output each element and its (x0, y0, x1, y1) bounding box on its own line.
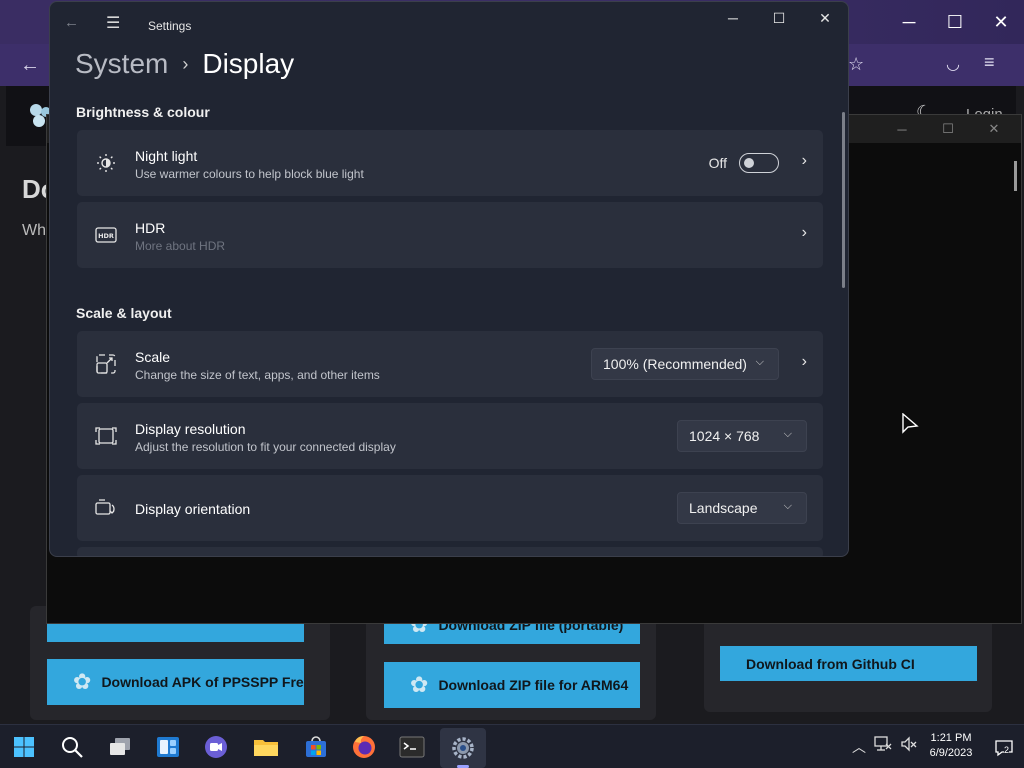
night-light-title: Night light (135, 148, 198, 164)
clock-time: 1:21 PM (930, 732, 972, 744)
scale-desc: Change the size of text, apps, and other… (135, 368, 380, 382)
scale-icon (95, 353, 117, 375)
navigation-menu-icon[interactable]: ☰ (106, 13, 120, 33)
page-subtext: Wh (22, 222, 46, 239)
hdr-icon: HDR (95, 224, 117, 246)
clock-date: 6/9/2023 (929, 747, 973, 759)
night-light-toggle[interactable] (739, 153, 779, 173)
resolution-dropdown-value: 1024 × 768 (689, 428, 760, 444)
firefox-icon[interactable] (350, 733, 378, 761)
terminal-scrollbar[interactable] (1014, 161, 1017, 191)
download-apk-label: Download APK of PPSSPP Free (101, 674, 304, 690)
download-zip-arm64-label: Download ZIP file for ARM64 (438, 677, 629, 693)
breadcrumb: System › Display (75, 48, 294, 80)
browser-close-button[interactable]: ✕ (978, 0, 1024, 44)
download-github-ci-button[interactable]: Download from Github CI (720, 646, 977, 681)
display-resolution-row: Display resolution Adjust the resolution… (77, 403, 823, 469)
settings-app-title: Settings (148, 19, 192, 33)
scale-dropdown-value: 100% (Recommended) (603, 356, 747, 372)
chevron-right-icon: › (801, 353, 807, 370)
hamburger-menu-icon[interactable]: ≡ (984, 52, 995, 73)
brightness-sun-icon (95, 152, 117, 174)
system-clock[interactable]: 1:21 PM 6/9/2023 (926, 732, 976, 759)
bookmark-star-icon[interactable]: ☆ (848, 54, 864, 75)
svg-text:HDR: HDR (98, 232, 114, 240)
settings-close-button[interactable]: ✕ (802, 2, 848, 34)
terminal-icon[interactable] (398, 733, 426, 761)
orientation-title: Display orientation (135, 501, 251, 517)
chevron-down-icon: ⌵ (783, 500, 792, 512)
search-icon[interactable] (58, 733, 86, 761)
next-setting-row-partial (77, 547, 823, 556)
resolution-icon (95, 425, 117, 447)
task-view-icon[interactable] (106, 733, 134, 761)
settings-titlebar: ← ☰ Settings ─ ☐ ✕ (50, 2, 848, 46)
night-light-status: Off (708, 155, 727, 171)
back-arrow-icon[interactable]: ← (64, 14, 79, 31)
resolution-title: Display resolution (135, 421, 246, 437)
hdr-row[interactable]: HDR HDR More about HDR › (77, 202, 823, 268)
browser-maximize-button[interactable]: ☐ (932, 0, 978, 44)
toggle-knob (744, 158, 754, 168)
resolution-desc: Adjust the resolution to fit your connec… (135, 440, 396, 454)
settings-scrollbar[interactable] (842, 112, 845, 288)
show-hidden-icons-chevron-icon[interactable]: ︿ (852, 737, 866, 757)
scale-dropdown[interactable]: 100% (Recommended) ⌵ (591, 348, 779, 380)
browser-minimize-button[interactable]: ─ (886, 0, 932, 44)
start-windows-icon[interactable] (10, 733, 38, 761)
download-apk-button[interactable]: ✿ Download APK of PPSSPP Free (47, 659, 304, 705)
chevron-right-icon: › (801, 152, 807, 169)
orientation-dropdown[interactable]: Landscape ⌵ (677, 492, 807, 524)
resolution-dropdown[interactable]: 1024 × 768 ⌵ (677, 420, 807, 452)
display-orientation-row: Display orientation Landscape ⌵ (77, 475, 823, 541)
download-zip-arm64-button[interactable]: ✿ Download ZIP file for ARM64 (384, 662, 640, 708)
settings-maximize-button[interactable]: ☐ (756, 2, 802, 34)
taskbar: ︿ 1:21 PM 6/9/2023 2 (0, 724, 1024, 768)
back-arrow-icon[interactable]: ← (20, 54, 40, 77)
terminal-minimize-button[interactable]: ─ (879, 115, 925, 143)
ppsspp-icon: ✿ (410, 672, 429, 697)
terminal-maximize-button[interactable]: ☐ (925, 115, 971, 143)
network-icon[interactable] (874, 735, 892, 756)
microsoft-store-icon[interactable] (302, 733, 330, 761)
page-title: Display (202, 48, 295, 79)
ppsspp-icon: ✿ (73, 669, 92, 694)
scale-title: Scale (135, 349, 171, 365)
orientation-dropdown-value: Landscape (689, 500, 758, 516)
settings-minimize-button[interactable]: ─ (710, 2, 756, 34)
breadcrumb-chevron-icon: › (182, 53, 189, 74)
chevron-down-icon: ⌵ (783, 428, 792, 440)
notification-count-badge: 2 (1004, 745, 1010, 755)
breadcrumb-system-link[interactable]: System (75, 48, 168, 80)
hdr-desc: More about HDR (135, 239, 226, 253)
widgets-icon[interactable] (154, 733, 182, 761)
teams-chat-icon[interactable] (202, 733, 230, 761)
hdr-title: HDR (135, 220, 166, 236)
terminal-close-button[interactable]: ✕ (971, 115, 1017, 143)
notification-center-icon[interactable]: 2 (994, 739, 1014, 762)
pocket-icon[interactable]: ◡ (946, 54, 960, 74)
chevron-right-icon: › (801, 224, 807, 241)
file-explorer-icon[interactable] (252, 733, 280, 761)
section-brightness-label: Brightness & colour (76, 104, 210, 120)
night-light-desc: Use warmer colours to help block blue li… (135, 167, 364, 181)
scale-row[interactable]: Scale Change the size of text, apps, and… (77, 331, 823, 397)
mouse-cursor-icon (902, 413, 919, 434)
settings-window: ← ☰ Settings ─ ☐ ✕ System › Display Brig… (49, 1, 849, 557)
chevron-down-icon: ⌵ (755, 356, 764, 368)
settings-gear-icon[interactable] (440, 728, 486, 768)
section-scale-label: Scale & layout (76, 305, 172, 321)
volume-muted-icon[interactable] (900, 735, 918, 756)
night-light-row[interactable]: Night light Use warmer colours to help b… (77, 130, 823, 196)
orientation-icon (95, 497, 117, 519)
download-github-ci-label: Download from Github CI (746, 655, 915, 672)
